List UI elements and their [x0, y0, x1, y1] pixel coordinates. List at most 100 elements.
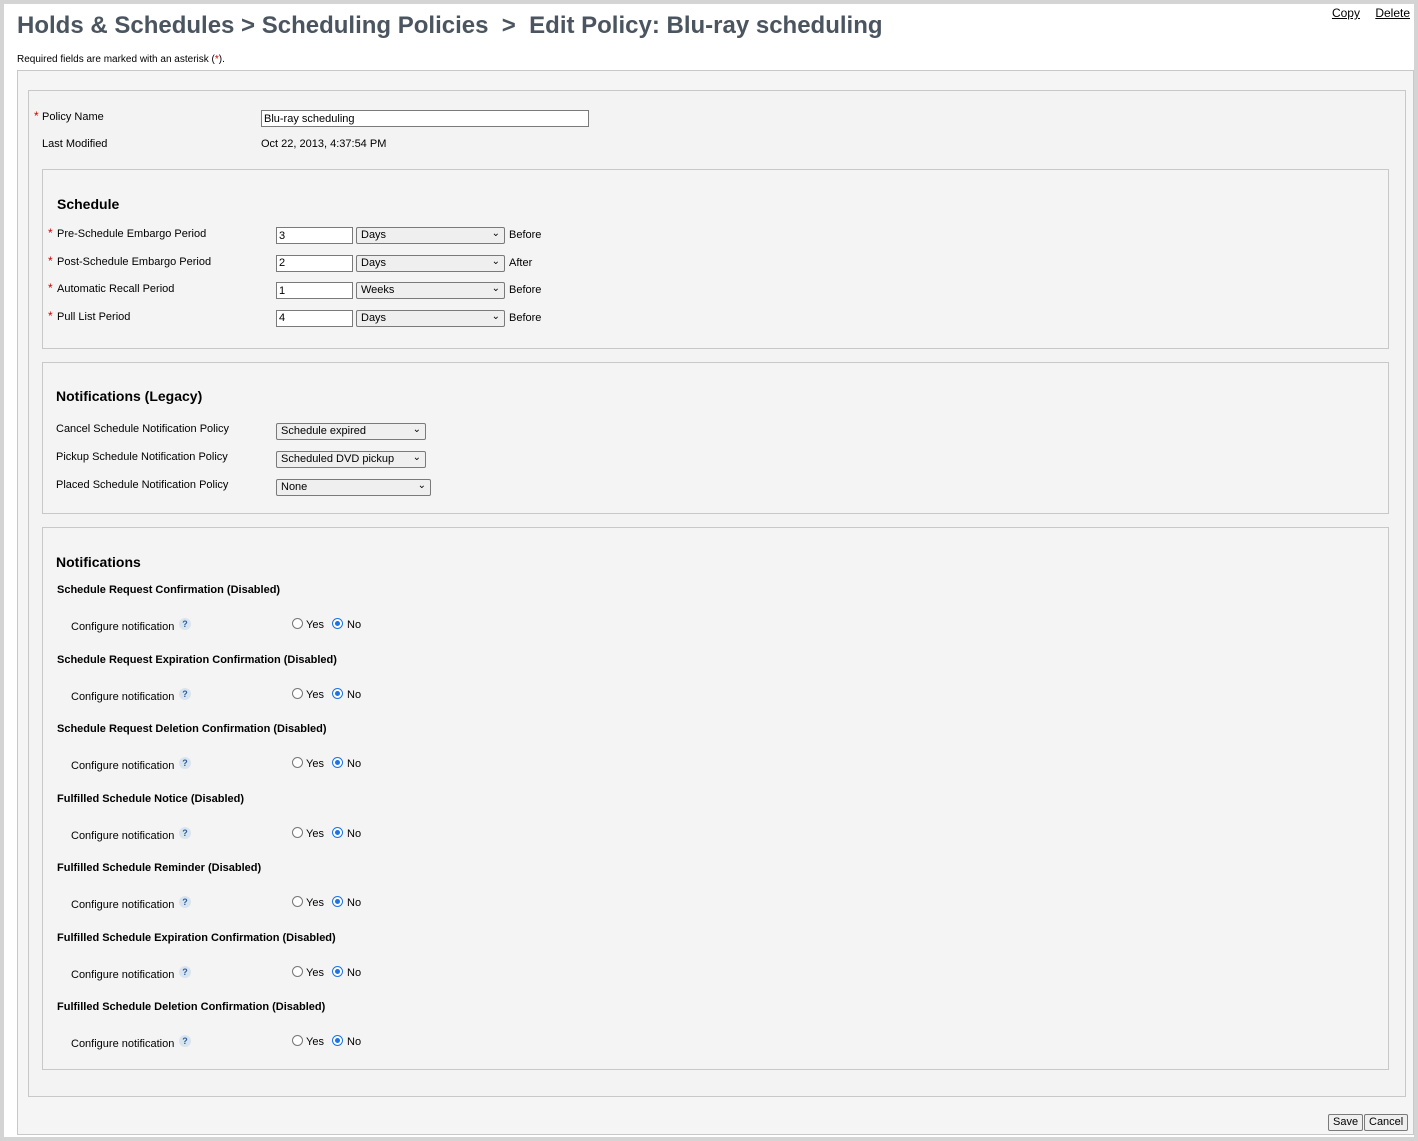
schedule-section: Schedule * Pre-Schedule Embargo Period Day…: [42, 169, 1389, 349]
configure-notification-label: Configure notification: [71, 899, 175, 911]
notification-title: Fulfilled Schedule Notice (Disabled): [57, 792, 245, 805]
no-radio-label: No: [347, 897, 362, 909]
yes-radio[interactable]: [292, 687, 303, 699]
yes-radio[interactable]: [292, 618, 303, 629]
legacy-policy-value: Schedule expired: [281, 425, 367, 437]
legacy-policy-select[interactable]: None ⌄: [276, 479, 431, 496]
no-radio[interactable]: [332, 896, 343, 907]
no-radio-label: No: [347, 688, 362, 701]
notifications-section-title: Notifications: [56, 554, 141, 570]
period-value-input[interactable]: [276, 309, 353, 327]
required-fields-note: Required fields are marked with an aster…: [17, 54, 225, 65]
period-unit-value: Days: [361, 256, 387, 269]
legacy-policy-label: Cancel Schedule Notification Policy: [56, 423, 230, 435]
yes-radio[interactable]: [292, 826, 303, 838]
notification-title: Fulfilled Schedule Reminder (Disabled): [57, 862, 262, 874]
period-unit-value: Weeks: [361, 284, 395, 296]
chevron-down-icon: ⌄: [412, 424, 421, 435]
yes-radio[interactable]: [292, 757, 303, 768]
help-icon[interactable]: ?: [179, 965, 191, 978]
chevron-down-icon: ⌄: [417, 480, 426, 491]
configure-notification-label: Configure notification: [71, 760, 175, 772]
no-radio[interactable]: [332, 826, 343, 838]
legacy-policy-select[interactable]: Scheduled DVD pickup ⌄: [276, 451, 426, 468]
legacy-policy-select[interactable]: Schedule expired ⌄: [276, 423, 426, 440]
notification-title: Schedule Request Confirmation (Disabled): [57, 584, 281, 596]
legacy-policy-label: Placed Schedule Notification Policy: [56, 479, 229, 491]
period-relation: Before: [509, 284, 542, 296]
last-modified-value: Oct 22, 2013, 4:37:54 PM: [261, 138, 387, 150]
period-unit-select[interactable]: Days ⌄: [356, 309, 505, 327]
period-value-input[interactable]: [276, 282, 353, 299]
copy-link[interactable]: Copy: [1332, 6, 1360, 20]
legacy-section-title: Notifications (Legacy): [56, 388, 203, 404]
notification-title: Schedule Request Expiration Confirmation…: [57, 653, 337, 666]
cancel-button[interactable]: Cancel: [1364, 1114, 1409, 1131]
top-actions: Copy Delete: [1320, 6, 1410, 20]
period-value-input[interactable]: [276, 227, 353, 244]
policy-form: * Policy Name Last Modified Oct 22, 2013…: [28, 90, 1406, 1097]
notification-title: Fulfilled Schedule Expiration Confirmati…: [57, 931, 336, 944]
yes-radio-label: Yes: [306, 827, 324, 840]
edit-form-panel: * Policy Name Last Modified Oct 22, 2013…: [17, 70, 1414, 1135]
help-icon[interactable]: ?: [179, 826, 191, 839]
period-value-input[interactable]: [276, 254, 353, 272]
chevron-down-icon: ⌄: [491, 255, 500, 267]
period-unit-select[interactable]: Days ⌄: [356, 227, 505, 244]
no-radio-label: No: [347, 827, 362, 840]
period-unit-value: Days: [361, 311, 387, 324]
yes-radio[interactable]: [292, 1035, 303, 1046]
schedule-row-label: Pull List Period: [57, 310, 131, 323]
yes-radio-label: Yes: [306, 897, 324, 909]
schedule-row-label: Pre-Schedule Embargo Period: [57, 228, 207, 240]
no-radio[interactable]: [332, 1035, 343, 1046]
configure-notification-label: Configure notification: [71, 690, 175, 703]
configure-notification-label: Configure notification: [71, 621, 175, 633]
no-radio-label: No: [347, 1036, 362, 1048]
schedule-section-title: Schedule: [57, 196, 120, 212]
notification-title: Fulfilled Schedule Deletion Confirmation…: [57, 1001, 326, 1013]
legacy-policy-label: Pickup Schedule Notification Policy: [56, 451, 228, 463]
delete-link[interactable]: Delete: [1375, 6, 1410, 20]
no-radio-label: No: [347, 619, 362, 631]
yes-radio[interactable]: [292, 896, 303, 907]
no-radio[interactable]: [332, 618, 343, 629]
period-relation: Before: [509, 229, 542, 241]
help-icon[interactable]: ?: [179, 687, 191, 700]
required-asterisk: *: [34, 109, 39, 123]
no-radio-label: No: [347, 758, 362, 770]
save-button[interactable]: Save: [1328, 1114, 1364, 1131]
chevron-down-icon: ⌄: [412, 452, 421, 463]
chevron-down-icon: ⌄: [491, 310, 500, 322]
policy-name-label: Policy Name: [42, 111, 104, 123]
last-modified-label: Last Modified: [42, 138, 108, 150]
notification-title: Schedule Request Deletion Confirmation (…: [57, 723, 327, 735]
legacy-notifications-section: Notifications (Legacy) Cancel Schedule N…: [42, 362, 1389, 514]
page-frame: Copy Delete Holds & Schedules > Scheduli…: [0, 0, 1418, 1141]
help-icon[interactable]: ?: [179, 1035, 191, 1047]
chevron-down-icon: ⌄: [491, 228, 500, 239]
yes-radio[interactable]: [292, 965, 303, 977]
legacy-policy-value: None: [281, 481, 308, 493]
help-icon[interactable]: ?: [179, 618, 191, 630]
schedule-row-label: Automatic Recall Period: [57, 283, 175, 295]
required-asterisk: *: [48, 308, 53, 323]
no-radio[interactable]: [332, 687, 343, 699]
required-asterisk: *: [48, 253, 53, 268]
period-unit-select[interactable]: Weeks ⌄: [356, 282, 505, 299]
no-radio-label: No: [347, 966, 362, 979]
period-relation: Before: [509, 311, 542, 324]
help-icon[interactable]: ?: [179, 896, 191, 908]
legacy-policy-value: Scheduled DVD pickup: [281, 453, 395, 465]
yes-radio-label: Yes: [306, 1036, 324, 1048]
configure-notification-label: Configure notification: [71, 829, 175, 842]
policy-name-input[interactable]: [261, 110, 589, 127]
required-asterisk: *: [48, 281, 53, 295]
no-radio[interactable]: [332, 965, 343, 977]
required-asterisk: *: [48, 226, 53, 240]
help-icon[interactable]: ?: [179, 757, 191, 769]
period-unit-select[interactable]: Days ⌄: [356, 254, 505, 272]
configure-notification-label: Configure notification: [71, 968, 175, 981]
chevron-down-icon: ⌄: [491, 283, 500, 294]
no-radio[interactable]: [332, 757, 343, 768]
